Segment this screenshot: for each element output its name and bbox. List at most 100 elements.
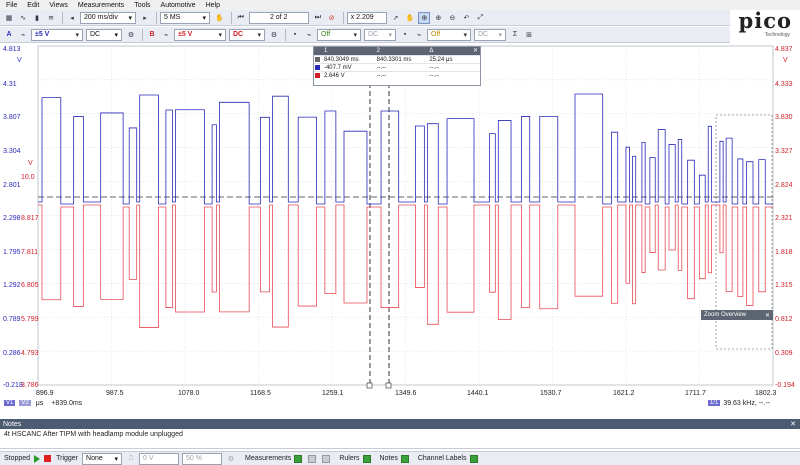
axis-right-unit: V <box>783 57 788 64</box>
stop-icon[interactable] <box>44 455 52 462</box>
trigger-label: Trigger <box>56 455 79 462</box>
channel-a-coupling-select[interactable]: DC ▾ <box>86 28 122 41</box>
channel-b-range-select[interactable]: ±5 V ▾ <box>174 28 226 41</box>
zoom-area-icon[interactable]: ⊕ <box>418 11 431 24</box>
spectrum-icon[interactable]: ▮ <box>31 12 43 24</box>
axis-right-tick: 0.309 <box>775 350 793 357</box>
hand-icon[interactable]: ✋ <box>404 12 417 24</box>
x-axis-tick: 1802.3 <box>755 390 777 397</box>
channel-a-options-icon[interactable]: ⚙ <box>125 29 137 41</box>
pre-trigger-value: 50 % <box>186 455 202 462</box>
samples-select[interactable]: 5 MS ▾ <box>160 11 210 24</box>
channel-a-label[interactable]: A <box>3 29 15 41</box>
axis-a-tick: 1.795 <box>3 249 21 256</box>
x-axis-tick: 1711.7 <box>685 390 706 397</box>
first-buffer-icon[interactable]: ⏮ <box>235 12 247 24</box>
buffer-navigator[interactable]: 2 of 2 <box>248 11 309 24</box>
notes-textarea[interactable]: 4t HSCANC After TIPM with headlamp modul… <box>0 429 800 449</box>
axis-a-tick: 4.31 <box>3 81 17 88</box>
zoom-fit-icon[interactable]: ⤢ <box>474 12 486 24</box>
channel-d-icon[interactable]: ▪ <box>399 29 411 41</box>
timebase-down-icon[interactable]: ◂ <box>66 12 78 24</box>
channel-b-label[interactable]: B <box>146 29 158 41</box>
grid-view-icon[interactable]: ▦ <box>3 12 15 24</box>
probe-icon[interactable]: ⌁ <box>303 29 315 41</box>
close-icon[interactable]: ✕ <box>473 47 478 54</box>
waveform-canvas[interactable] <box>0 45 800 390</box>
trigger-mode-select[interactable]: None ▾ <box>82 452 123 465</box>
channel-c-coupling-select[interactable]: DC ▾ <box>364 28 396 41</box>
axis-a-tick: 0.789 <box>3 316 21 323</box>
rulers-toggle-icon[interactable] <box>362 454 371 463</box>
ruler-cell: --.-- <box>376 65 387 71</box>
timebase-select[interactable]: 200 ms/div ▾ <box>80 11 136 24</box>
scope-mode-icon[interactable]: ∿ <box>17 12 29 24</box>
menu-help[interactable]: Help <box>206 2 220 9</box>
channel-c-range-select[interactable]: Off ▾ <box>317 28 361 41</box>
ruler-row-marker <box>314 72 322 79</box>
zoom-in-icon[interactable]: ⊕ <box>432 12 444 24</box>
last-buffer-icon[interactable]: ⏭ <box>312 12 324 24</box>
trigger-level-field[interactable]: 0 V <box>139 452 180 465</box>
hand-pan-icon[interactable]: ✋ <box>213 12 226 24</box>
menu-automotive[interactable]: Automotive <box>161 2 196 9</box>
persistence-icon[interactable]: ≋ <box>45 12 57 24</box>
axis-a-tick: 0.286 <box>3 350 21 357</box>
menu-measurements[interactable]: Measurements <box>78 2 124 9</box>
undo-zoom-icon[interactable]: ↶ <box>460 12 472 24</box>
close-icon[interactable]: ✕ <box>765 312 770 319</box>
probe-icon[interactable]: ⌁ <box>413 29 425 41</box>
axis-right-tick: 3.327 <box>775 148 793 155</box>
reference-channel-icon[interactable]: ⊞ <box>523 29 535 41</box>
menu-file[interactable]: File <box>6 2 17 9</box>
zoom-factor-field[interactable]: x 2.209 <box>346 11 387 24</box>
axis-right-tick: 2.321 <box>775 215 793 222</box>
timebase-up-icon[interactable]: ▸ <box>139 12 151 24</box>
axis-a-tick: 3.807 <box>3 114 21 121</box>
add-measurement-icon[interactable] <box>294 454 303 463</box>
scope-graph[interactable]: 4.813 V 4.31 3.807 3.304 2.801 2.298 1.7… <box>0 45 800 390</box>
chevron-down-icon: ▾ <box>218 31 222 39</box>
pre-trigger-field[interactable]: 50 % <box>182 452 223 465</box>
channel-a-range-select[interactable]: ±5 V ▾ <box>31 28 83 41</box>
no-entry-icon[interactable]: ⊘ <box>326 12 338 24</box>
channel-b-options-icon[interactable]: ⚙ <box>268 29 280 41</box>
channel-c-icon[interactable]: ▪ <box>289 29 301 41</box>
view-badge-2[interactable]: V2 <box>19 400 31 406</box>
x-axis-tick: 896.9 <box>36 390 54 397</box>
menu-tools[interactable]: Tools <box>134 2 150 9</box>
channel-labels-toggle-icon[interactable] <box>469 454 478 463</box>
ruler-row-marker <box>314 56 322 63</box>
channel-b-coupling-select[interactable]: DC ▾ <box>229 28 265 41</box>
ruler-1-handle <box>366 382 373 389</box>
axis-a-tick: 2.298 <box>3 215 21 222</box>
channel-d-coupling-select[interactable]: DC ▾ <box>474 28 506 41</box>
trigger-edge-icon[interactable]: ⎍ <box>125 453 137 465</box>
channel-a-marker-icon <box>315 65 321 70</box>
probe-icon[interactable]: ⌁ <box>160 29 172 41</box>
rulers-label: Rulers <box>339 455 360 462</box>
close-icon[interactable]: ✕ <box>790 420 796 428</box>
edit-measurement-icon[interactable] <box>308 454 317 463</box>
menu-edit[interactable]: Edit <box>27 2 39 9</box>
menu-views[interactable]: Views <box>49 2 68 9</box>
ruler-cell: 2.646 V <box>323 73 345 79</box>
probe-icon[interactable]: ⌁ <box>17 29 29 41</box>
x-axis-tick: 987.5 <box>106 390 124 397</box>
delete-measurement-icon[interactable] <box>322 454 331 463</box>
notes-toggle-icon[interactable] <box>400 454 409 463</box>
start-icon[interactable] <box>34 454 41 463</box>
zoom-overview-header[interactable]: Zoom Overview ✕ <box>701 310 773 320</box>
notes-panel-header[interactable]: Notes ✕ <box>0 419 800 429</box>
pointer-icon[interactable]: ➚ <box>390 12 402 24</box>
channel-d-range-select[interactable]: Off ▾ <box>427 28 471 41</box>
zoom-out-icon[interactable]: ⊖ <box>446 12 458 24</box>
view-badge-1[interactable]: V1 <box>4 400 16 406</box>
advanced-trigger-icon[interactable]: ⚙ <box>225 453 237 465</box>
chevron-down-icon: ▾ <box>114 31 118 39</box>
separator <box>142 28 143 41</box>
math-channel-icon[interactable]: Σ <box>509 29 521 41</box>
frequency-readout: 1/1 39.63 kHz, --.-- <box>704 398 770 408</box>
ruler-legend-table[interactable]: 1 2 Δ ✕ 840.3049 ms 840.3301 ms 25.24 μs… <box>313 46 481 86</box>
ruler-ref-badge: 1/1 <box>707 400 721 406</box>
